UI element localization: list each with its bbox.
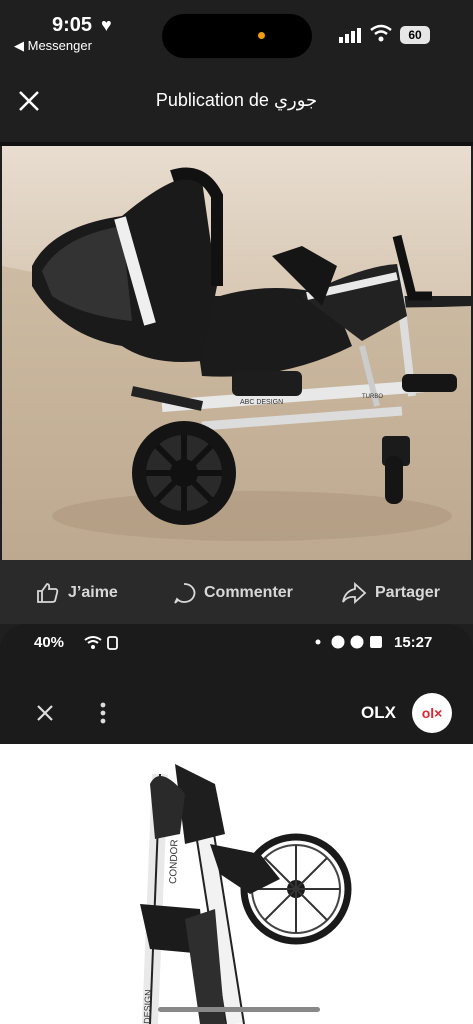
app-name: OLX: [361, 703, 396, 722]
folded-stroller-photo[interactable]: CONDOR DESIGN: [0, 744, 473, 1024]
status-time: 9:05: [52, 14, 93, 36]
model-label: TURBO: [362, 394, 383, 400]
comment-label: Commenter: [204, 584, 293, 601]
like-button[interactable]: J’aime: [36, 580, 118, 606]
embedded-time: 15:27: [394, 634, 433, 651]
privacy-indicator-icon: [258, 32, 265, 39]
close-icon[interactable]: [34, 702, 56, 724]
home-indicator[interactable]: [158, 1007, 320, 1012]
back-to-app-link[interactable]: ◀ Messenger: [14, 38, 92, 54]
battery-indicator: 60: [400, 26, 430, 44]
comment-icon: [174, 583, 196, 604]
dynamic-island: [162, 14, 312, 58]
share-label: Partager: [375, 584, 440, 601]
heart-icon: ♥: [101, 15, 112, 35]
comment-button[interactable]: Commenter: [172, 580, 293, 606]
design-label: DESIGN: [142, 989, 153, 1024]
olx-toolbar: [0, 684, 473, 744]
thumbs-up-icon: [37, 583, 59, 603]
brand-label: ABC DESIGN: [240, 399, 283, 406]
stroller-photo[interactable]: ABC DESIGN TURBO: [2, 146, 471, 560]
share-button[interactable]: Partager: [341, 580, 440, 606]
signal-icon: [339, 28, 361, 43]
embedded-wifi-icon: [84, 634, 122, 653]
share-icon: [342, 582, 367, 604]
embedded-notification-icons: [314, 634, 390, 653]
olx-logo[interactable]: ol×: [412, 693, 452, 733]
wifi-icon: [370, 24, 392, 42]
embedded-battery: 40%: [34, 634, 65, 651]
page-title: Publication de جوري: [155, 90, 318, 110]
condor-label: CONDOR: [168, 839, 181, 884]
like-label: J’aime: [68, 584, 118, 601]
more-menu-icon[interactable]: [100, 702, 106, 724]
